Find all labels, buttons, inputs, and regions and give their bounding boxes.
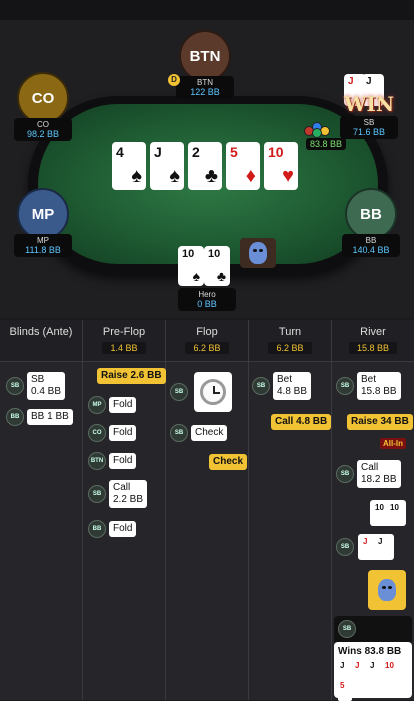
seat-hero[interactable]: Hero 0 BB — [178, 288, 236, 311]
action-sb-call-river: SB Call 18.2 BB — [336, 460, 401, 488]
flop-pot: 6.2 BB — [185, 342, 229, 354]
seat-bb[interactable]: BB BB 140.4 BB — [342, 188, 400, 257]
btn-avatar: BTN — [179, 30, 231, 82]
column-title-turn: Turn — [278, 326, 302, 338]
action-sb-check: SB Check — [170, 424, 228, 442]
river-pot: 15.8 BB — [348, 342, 398, 354]
mp-stack: 111.8 BB — [25, 245, 61, 255]
column-title-flop: Flop — [196, 326, 218, 338]
sb-stack: 71.6 BB — [352, 127, 386, 137]
win-badge: WIN — [344, 92, 395, 116]
column-title-blinds: Blinds (Ante) — [9, 326, 73, 338]
hero-reaction — [368, 570, 406, 610]
action-btn-fold: BTN Fold — [88, 452, 137, 470]
action-hero-raise: Raise 2.6 BB — [94, 368, 166, 384]
board-card-5: 10 ♥ — [264, 142, 298, 190]
btn-nameplate: BTN 122 BB — [176, 76, 234, 99]
board-card-2: J ♠ — [150, 142, 184, 190]
winner-box: Wins 83.8 BB J J J 105 — [334, 642, 412, 701]
seat-sb[interactable]: SB 71.6 BB — [340, 116, 398, 139]
allin-badge: All-In — [380, 438, 406, 449]
column-title-river: River — [360, 326, 386, 338]
action-sb-bet-turn: SB Bet 4.8 BB — [252, 372, 312, 400]
seat-mp[interactable]: MP MP 111.8 BB — [14, 188, 72, 257]
action-hero-call-turn: Call 4.8 BB — [268, 414, 332, 430]
board-card-4: 5 ♦ — [226, 142, 260, 190]
co-nameplate: CO 98.2 BB — [14, 118, 72, 141]
hero-stack: 0 BB — [197, 299, 217, 309]
seat-btn[interactable]: BTN BTN 122 BB — [176, 30, 234, 99]
btn-name: BTN — [197, 78, 213, 87]
turn-pot: 6.2 BB — [268, 342, 312, 354]
action-hero-check: Check — [206, 454, 248, 470]
bb-name: BB — [365, 236, 377, 245]
preflop-pot: 1.4 BB — [102, 342, 146, 354]
sb-showdown-cards: SB JJ — [336, 534, 394, 560]
face-icon — [378, 579, 396, 601]
action-bb-fold: BB Fold — [88, 520, 137, 538]
face-icon — [249, 242, 267, 264]
clock-icon — [194, 372, 232, 412]
mp-avatar: MP — [17, 188, 69, 240]
hand-history-panel: Blinds (Ante) Pre-Flop 1.4 BB Flop 6.2 BB … — [0, 320, 414, 701]
mp-nameplate: MP 111.8 BB — [14, 234, 72, 257]
bb-stack: 140.4 BB — [352, 245, 390, 255]
wins-text: Wins 83.8 BB — [338, 646, 402, 657]
hero-nameplate: Hero 0 BB — [178, 288, 236, 311]
action-sb-timer: SB — [170, 372, 232, 412]
hero-showdown-cards: 10 10 — [370, 500, 406, 526]
seat-co[interactable]: CO CO 98.2 BB — [14, 72, 72, 141]
action-sb-bet-river: SB Bet 15.8 BB — [336, 372, 401, 400]
co-stack: 98.2 BB — [26, 129, 60, 139]
mp-name: MP — [37, 236, 49, 245]
action-hero-raise-river: Raise 34 BB — [344, 414, 413, 430]
bb-nameplate: BB 140.4 BB — [342, 234, 400, 257]
bb-avatar: BB — [345, 188, 397, 240]
winner-header: SB — [334, 616, 412, 642]
action-mp-fold: MP Fold — [88, 396, 137, 414]
co-name: CO — [37, 120, 49, 129]
sb-nameplate: SB 71.6 BB — [340, 116, 398, 139]
board-card-1: 4 ♠ — [112, 142, 146, 190]
dealer-button-icon: D — [168, 74, 180, 86]
hero-emoji-avatar — [240, 238, 276, 268]
pot-amount: 83.8 BB — [306, 138, 347, 150]
action-co-fold: CO Fold — [88, 424, 137, 442]
hero-name: Hero — [198, 290, 216, 299]
position-chip: BB — [6, 408, 24, 426]
action-bb-blind: BB BB 1 BB — [6, 408, 73, 426]
hero-card-1: 10 ♠ — [178, 246, 204, 286]
co-avatar: CO — [17, 72, 69, 124]
btn-stack: 122 BB — [190, 87, 220, 97]
column-title-preflop: Pre-Flop — [102, 326, 146, 338]
action-sb-blind: SB SB 0.4 BB — [6, 372, 66, 400]
action-sb-call: SB Call 2.2 BB — [88, 480, 148, 508]
board-card-3: 2 ♣ — [188, 142, 222, 190]
position-chip: SB — [6, 377, 24, 395]
pot-chips-icon — [304, 122, 334, 138]
top-bar — [0, 0, 414, 20]
sb-name: SB — [363, 118, 375, 127]
hero-card-2: 10 ♣ — [204, 246, 230, 286]
